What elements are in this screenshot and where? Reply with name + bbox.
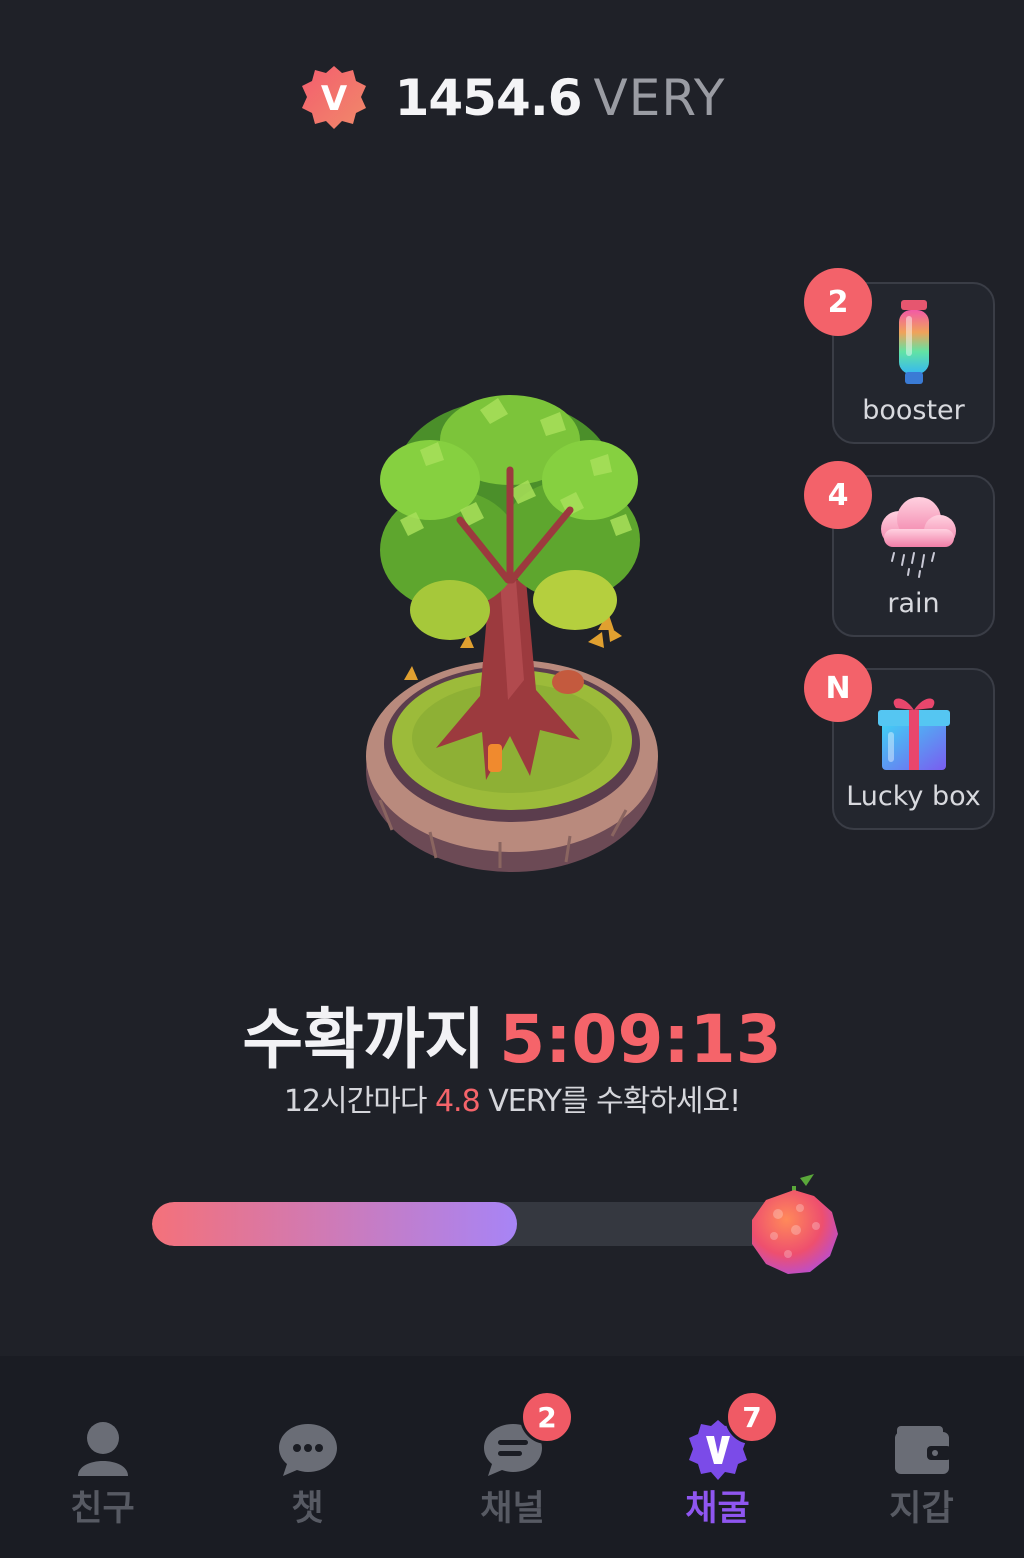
rain-button[interactable]: rain 4 (804, 461, 995, 637)
rain-count-badge: 4 (804, 461, 872, 529)
fruit-reward-icon[interactable] (744, 1172, 844, 1278)
friend-icon (70, 1418, 136, 1482)
very-coin-letter: V (320, 79, 347, 119)
gift-box-icon (864, 682, 964, 778)
nav-mining-label: 채굴 (685, 1489, 750, 1529)
nav-chat[interactable]: 챗 (205, 1356, 410, 1558)
nav-channel-badge: 2 (520, 1390, 574, 1444)
rain-label: rain (887, 588, 940, 619)
nav-friends[interactable]: 친구 (0, 1356, 205, 1558)
nav-wallet[interactable]: 지갑 (819, 1356, 1024, 1558)
booster-bottle-icon (864, 296, 964, 392)
harvest-sub-amount: 4.8 (434, 1084, 481, 1119)
balance-header: V 1454.6 VERY (0, 58, 1024, 138)
lucky-box-new-badge: N (804, 654, 872, 722)
nav-channel-label: 채널 (480, 1489, 545, 1529)
nav-wallet-label: 지갑 (889, 1489, 954, 1529)
booster-button[interactable]: booster 2 (804, 268, 995, 444)
chat-icon (275, 1418, 341, 1482)
harvest-progress-bar (152, 1202, 792, 1246)
harvest-sub-suffix: VERY를 수확하세요! (488, 1084, 741, 1119)
harvest-timer: 5:09:13 (499, 1001, 782, 1078)
wallet-icon (889, 1418, 955, 1482)
tree-illustration[interactable] (340, 380, 680, 890)
nav-mining[interactable]: 7 채굴 (615, 1356, 820, 1558)
harvest-description: 12시간마다 4.8 VERY를 수확하세요! (0, 1076, 1024, 1120)
nav-channel[interactable]: 2 채널 (410, 1356, 615, 1558)
bottom-navigation: 친구 챗 2 채널 7 채굴 지갑 (0, 1356, 1024, 1558)
lucky-box-label: Lucky box (846, 781, 981, 812)
harvest-sub-prefix: 12시간마다 (283, 1084, 428, 1119)
nav-friends-label: 친구 (70, 1489, 135, 1529)
balance-unit: VERY (593, 69, 726, 127)
nav-mining-badge: 7 (725, 1390, 779, 1444)
nav-chat-label: 챗 (291, 1489, 324, 1529)
rain-cloud-icon (864, 489, 964, 585)
very-coin-icon: V (299, 63, 369, 133)
balance-amount: 1454.6 (394, 69, 583, 127)
booster-label: booster (862, 395, 965, 426)
harvest-progress-fill (152, 1202, 517, 1246)
harvest-label: 수확까지 (242, 1001, 486, 1078)
booster-count-badge: 2 (804, 268, 872, 336)
harvest-countdown: 수확까지 5:09:13 (0, 986, 1024, 1082)
lucky-box-button[interactable]: Lucky box N (804, 654, 995, 830)
